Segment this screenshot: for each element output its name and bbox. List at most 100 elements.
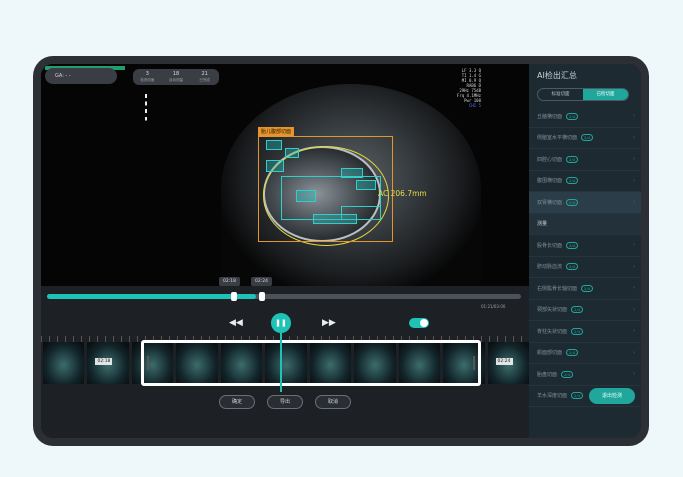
counter-label: 自动测量 bbox=[169, 78, 183, 82]
export-button[interactable]: 导出 bbox=[267, 395, 303, 409]
panel-title: AI检出汇总 bbox=[537, 71, 577, 80]
plane-label: 右侧肱骨长轴切面 bbox=[537, 285, 578, 292]
plane-label: 侧脑室水平横切面 bbox=[537, 135, 578, 142]
plane-item[interactable]: 丘脑横切面 2/4 › bbox=[529, 106, 641, 128]
plane-badge: 2/4 bbox=[581, 284, 594, 292]
chevron-right-icon: › bbox=[633, 371, 635, 378]
progress-fill bbox=[47, 294, 256, 299]
counter-2: 18 自动测量 bbox=[162, 69, 191, 85]
tab-detected[interactable]: 已检切面 bbox=[583, 89, 628, 100]
chevron-right-icon: › bbox=[633, 349, 635, 356]
tablet-frame: GA: - - 3 检测切面 18 自动测量 21 已完成 LF 3.3 Q TI 1… bbox=[33, 56, 649, 446]
counter-1: 3 检测切面 bbox=[133, 69, 162, 85]
detect-box bbox=[266, 140, 282, 150]
cancel-button[interactable]: 取消 bbox=[315, 395, 351, 409]
clip-actions: 确定 导出 取消 bbox=[219, 395, 351, 409]
plane-badge: 2/4 bbox=[566, 155, 579, 163]
plane-item[interactable]: 脊柱矢状切面 2/4 › bbox=[529, 321, 641, 343]
ai-summary-panel: AI检出汇总 标准切面 已检切面 丘脑横切面 2/4 › 侧脑室水平横切面 2/4 › 四腔… bbox=[529, 64, 641, 438]
plane-label: 脊柱矢状切面 bbox=[537, 328, 568, 335]
plane-item[interactable]: 右侧肱骨长轴切面 2/4 › bbox=[529, 278, 641, 300]
rewind-icon[interactable]: ◀◀ bbox=[229, 318, 243, 328]
chevron-right-icon: › bbox=[633, 306, 635, 313]
clip-selection[interactable] bbox=[141, 340, 481, 386]
main-area: GA: - - 3 检测切面 18 自动测量 21 已完成 LF 3.3 Q TI 1… bbox=[41, 64, 529, 438]
plane-badge: 2/4 bbox=[581, 134, 594, 142]
ultrasound-view: GA: - - 3 检测切面 18 自动测量 21 已完成 LF 3.3 Q TI 1… bbox=[41, 64, 529, 286]
organ-label: 胎儿腹部切面 bbox=[258, 127, 295, 136]
plane-label: 脐动脉血流 bbox=[537, 264, 563, 271]
tab-standard[interactable]: 标准切面 bbox=[538, 89, 583, 100]
loop-toggle[interactable] bbox=[409, 318, 429, 328]
plane-badge: 2/4 bbox=[561, 370, 574, 378]
detection-counters: 3 检测切面 18 自动测量 21 已完成 bbox=[133, 69, 219, 85]
chevron-right-icon: › bbox=[633, 156, 635, 163]
playback-progress[interactable] bbox=[47, 292, 521, 301]
plane-badge: 2/4 bbox=[571, 392, 584, 400]
confirm-button[interactable]: 确定 bbox=[219, 395, 255, 409]
panel-tabs: 标准切面 已检切面 bbox=[537, 88, 629, 101]
chevron-right-icon: › bbox=[633, 113, 635, 120]
plane-item[interactable]: 测量 bbox=[529, 213, 641, 235]
range-handle-start[interactable] bbox=[231, 292, 237, 301]
plane-label: 股骨长切面 bbox=[537, 242, 563, 249]
depth-scale bbox=[145, 94, 147, 132]
plane-badge: 2/4 bbox=[566, 263, 579, 271]
plane-list: 丘脑横切面 2/4 › 侧脑室水平横切面 2/4 › 四腔心切面 2/4 › 腹围横切面 2/4 › 双… bbox=[529, 106, 641, 407]
range-handle-end[interactable] bbox=[259, 292, 265, 301]
chevron-right-icon: › bbox=[633, 177, 635, 184]
plane-label: 腹围横切面 bbox=[537, 178, 563, 185]
plane-item[interactable]: 股骨长切面 2/4 › bbox=[529, 235, 641, 257]
chevron-right-icon: › bbox=[633, 263, 635, 270]
chevron-right-icon: › bbox=[633, 285, 635, 292]
chevron-right-icon: › bbox=[633, 199, 635, 206]
plane-label: 颈部矢状切面 bbox=[537, 307, 568, 314]
plane-label: 测量 bbox=[537, 221, 548, 228]
exit-detect-button[interactable]: 退出检测 bbox=[589, 388, 635, 404]
frame-thumb[interactable] bbox=[43, 342, 85, 384]
plane-label: 双肾横切面 bbox=[537, 199, 563, 206]
plane-badge: 2/4 bbox=[571, 327, 584, 335]
plane-badge: 2/4 bbox=[566, 177, 579, 185]
plane-label: 颜面部切面 bbox=[537, 350, 563, 357]
detect-box bbox=[313, 214, 357, 224]
chevron-right-icon: › bbox=[633, 242, 635, 249]
ga-info: GA: - - bbox=[45, 68, 117, 84]
plane-badge: 2/4 bbox=[566, 198, 579, 206]
plane-label: 四腔心切面 bbox=[537, 156, 563, 163]
plane-item[interactable]: 四腔心切面 2/4 › bbox=[529, 149, 641, 171]
plane-badge: 2/4 bbox=[571, 306, 584, 314]
plane-label: 羊水深度切面 bbox=[537, 393, 568, 400]
counter-3: 21 已完成 bbox=[190, 69, 219, 85]
timeline-cursor[interactable] bbox=[280, 332, 282, 392]
screen: GA: - - 3 检测切面 18 自动测量 21 已完成 LF 3.3 Q TI 1… bbox=[41, 64, 641, 438]
plane-label: 丘脑横切面 bbox=[537, 113, 563, 120]
forward-icon[interactable]: ▶▶ bbox=[322, 318, 336, 328]
plane-badge: 2/4 bbox=[566, 112, 579, 120]
plane-item[interactable]: 胎盘切面 2/4 › bbox=[529, 364, 641, 386]
ac-measurement: AC 206.7mm bbox=[378, 189, 427, 198]
plane-item[interactable]: 脐动脉血流 2/4 › bbox=[529, 257, 641, 278]
plane-item[interactable]: 侧脑室水平横切面 2/4 › bbox=[529, 128, 641, 149]
frame-thumb[interactable]: 02:18 bbox=[87, 342, 129, 384]
counter-label: 已完成 bbox=[199, 78, 210, 82]
pause-button[interactable]: ❚❚ bbox=[271, 313, 291, 333]
time-end-tip: 02:24 bbox=[251, 277, 272, 286]
plane-item[interactable]: 腹围横切面 2/4 › bbox=[529, 171, 641, 192]
chevron-right-icon: › bbox=[633, 328, 635, 335]
frame-time: 02:18 bbox=[95, 358, 113, 365]
ga-label: GA: - - bbox=[55, 73, 71, 79]
plane-item[interactable]: 双肾横切面 2/4 › bbox=[529, 192, 641, 214]
plane-badge: 2/4 bbox=[566, 349, 579, 357]
detect-box bbox=[285, 148, 299, 158]
plane-item[interactable]: 颜面部切面 2/4 › bbox=[529, 343, 641, 364]
detect-box bbox=[266, 160, 284, 172]
frame-thumb[interactable]: 02:24 bbox=[487, 342, 529, 384]
counter-label: 检测切面 bbox=[140, 78, 155, 82]
plane-badge: 2/4 bbox=[566, 241, 579, 249]
time-start-tip: 02:18 bbox=[219, 277, 240, 286]
chevron-right-icon: › bbox=[633, 134, 635, 141]
frame-time: 02:24 bbox=[495, 358, 513, 365]
plane-label: 胎盘切面 bbox=[537, 371, 558, 378]
plane-item[interactable]: 颈部矢状切面 2/4 › bbox=[529, 300, 641, 321]
